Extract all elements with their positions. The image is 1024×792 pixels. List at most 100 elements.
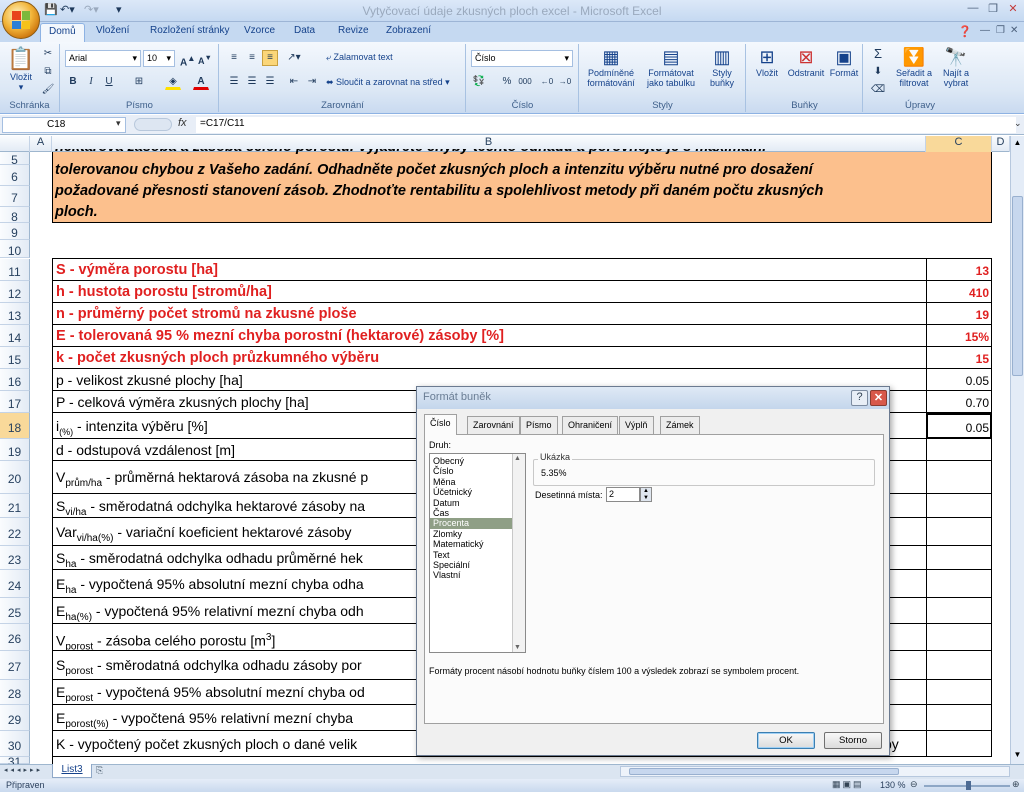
cell-c29[interactable] [926,705,992,731]
formula-bar-handle[interactable] [134,118,172,131]
grow-font-icon[interactable]: A▲ [179,50,195,68]
zoom-out-icon[interactable]: ⊖ [910,779,918,790]
thousands-icon[interactable]: 000 [517,74,533,90]
scroll-down-icon[interactable]: ▼ [1012,750,1023,762]
decrease-indent-icon[interactable]: ⇤ [286,74,302,90]
category-item[interactable]: Zlomky [430,529,513,539]
tab-insert[interactable]: Vložení [88,23,137,42]
dialog-tab-fill[interactable]: Výplň [619,416,654,434]
dialog-close-icon[interactable]: ✕ [870,390,887,406]
insert-sheet-icon[interactable]: ⎘ [96,765,103,776]
number-format-select[interactable]: Číslo ▾ [471,50,573,67]
dialog-help-icon[interactable]: ? [851,390,868,406]
row-header-9[interactable]: 9 [0,223,30,240]
category-item[interactable]: Účetnický [430,487,513,497]
fill-color-icon[interactable]: ◈ [165,74,181,90]
autosum-icon[interactable]: Σ [870,46,886,62]
row-header-15[interactable]: 15 [0,347,30,369]
cell-c30[interactable] [926,731,992,757]
cell-c12[interactable]: 410 [926,281,992,303]
cell-b15[interactable]: k - počet zkusných ploch průzkumného výb… [52,347,926,369]
paste-button[interactable]: 📋 Vložit ▾ [6,46,36,92]
font-name-select[interactable]: Arial ▾ [65,50,141,67]
cell-b14[interactable]: E - tolerovaná 95 % mezní chyba porostní… [52,325,926,347]
dialog-tab-protection[interactable]: Zámek [660,416,700,434]
percent-icon[interactable]: % [499,74,515,90]
cell-c28[interactable] [926,680,992,705]
cell-b13[interactable]: n - průměrný počet stromů na zkusné ploš… [52,303,926,325]
cell-c22[interactable] [926,518,992,546]
minimize-button[interactable]: — [964,2,982,18]
category-item[interactable]: Procenta [430,518,513,529]
row-header-26[interactable]: 26 [0,624,30,651]
help-icon[interactable]: ❓ [958,25,972,38]
select-all-corner[interactable] [0,136,30,152]
formula-input[interactable]: =C17/C11 [196,117,1016,133]
view-mode-icons[interactable]: ▦▣▤ [832,779,864,790]
cell-c11[interactable]: 13 [926,259,992,281]
tab-formulas[interactable]: Vzorce [236,23,283,42]
row-header-16[interactable]: 16 [0,369,30,391]
decrease-decimal-icon[interactable]: →0 [557,74,573,90]
row-header-10[interactable]: 10 [0,240,30,258]
spin-down-icon[interactable]: ▼ [641,495,651,502]
cell-c25[interactable] [926,598,992,624]
clear-icon[interactable]: ⌫ [870,82,886,98]
doc-restore-icon[interactable]: ❐ [996,25,1005,36]
wrap-text-button[interactable]: ⤶ Zalamovat text [326,52,393,62]
row-header-8[interactable]: 8 [0,207,30,224]
row-header-29[interactable]: 29 [0,705,30,731]
decimals-spinner[interactable]: ▲ ▼ [640,487,652,502]
cell-c26[interactable] [926,624,992,651]
italic-icon[interactable]: I [83,74,99,90]
row-header-5[interactable]: 5 [0,152,30,167]
cell-b11[interactable]: S - výměra porostu [ha] [52,259,926,281]
borders-icon[interactable]: ⊞ [131,74,147,90]
category-item[interactable]: Čas [430,508,513,518]
maximize-button[interactable]: ❐ [984,2,1002,18]
dialog-tab-border[interactable]: Ohraničení [562,416,619,434]
row-header-14[interactable]: 14 [0,325,30,347]
name-box[interactable]: C18 [2,117,126,133]
tab-view[interactable]: Zobrazení [378,23,439,42]
font-size-select[interactable]: 10 ▾ [143,50,175,67]
align-right-icon[interactable]: ☰ [262,74,278,90]
format-cells-button[interactable]: ▣ Formát [827,46,861,78]
format-as-table-button[interactable]: ▤ Formátovat jako tabulku [642,46,700,88]
close-button[interactable]: ✕ [1004,2,1022,18]
dialog-tab-alignment[interactable]: Zarovnání [467,416,520,434]
increase-indent-icon[interactable]: ⇥ [304,74,320,90]
category-scrollbar[interactable]: ▲ ▼ [512,454,525,652]
category-item[interactable]: Speciální [430,560,513,570]
row-header-7[interactable]: 7 [0,186,30,207]
cell-c16[interactable]: 0.05 [926,369,992,391]
row-header-25[interactable]: 25 [0,598,30,624]
cell-c17[interactable]: 0.70 [926,391,992,413]
row-header-28[interactable]: 28 [0,680,30,705]
category-item[interactable]: Číslo [430,466,513,476]
dialog-tab-number[interactable]: Číslo [424,414,457,435]
row-header-30[interactable]: 30 [0,731,30,757]
category-item[interactable]: Text [430,550,513,560]
align-middle-icon[interactable]: ≡ [244,50,260,66]
cell-c24[interactable] [926,570,992,598]
doc-minimize-icon[interactable]: — [980,25,990,36]
row-header-13[interactable]: 13 [0,303,30,325]
scroll-up-icon[interactable]: ▲ [1012,138,1023,150]
category-item[interactable]: Vlastní [430,570,513,580]
office-button[interactable] [2,1,40,39]
cut-icon[interactable]: ✂ [40,46,56,62]
dialog-tab-font[interactable]: Písmo [520,416,558,434]
underline-icon[interactable]: U [101,74,117,90]
row-header-27[interactable]: 27 [0,651,30,680]
zoom-level[interactable]: 130 % [880,780,906,790]
sheet-nav-icons[interactable]: ◂◂◂▸▸▸ [4,766,43,774]
horizontal-scrollbar[interactable] [620,766,1010,777]
cell-c20[interactable] [926,461,992,494]
expand-formula-icon[interactable]: ⌄ [1014,118,1022,129]
zoom-slider-thumb[interactable] [966,781,971,790]
find-select-button[interactable]: 🔭 Najít a vybrat [938,46,974,88]
zoom-in-icon[interactable]: ⊕ [1012,779,1020,790]
cell-c27[interactable] [926,651,992,680]
cancel-button[interactable]: Storno [824,732,882,749]
